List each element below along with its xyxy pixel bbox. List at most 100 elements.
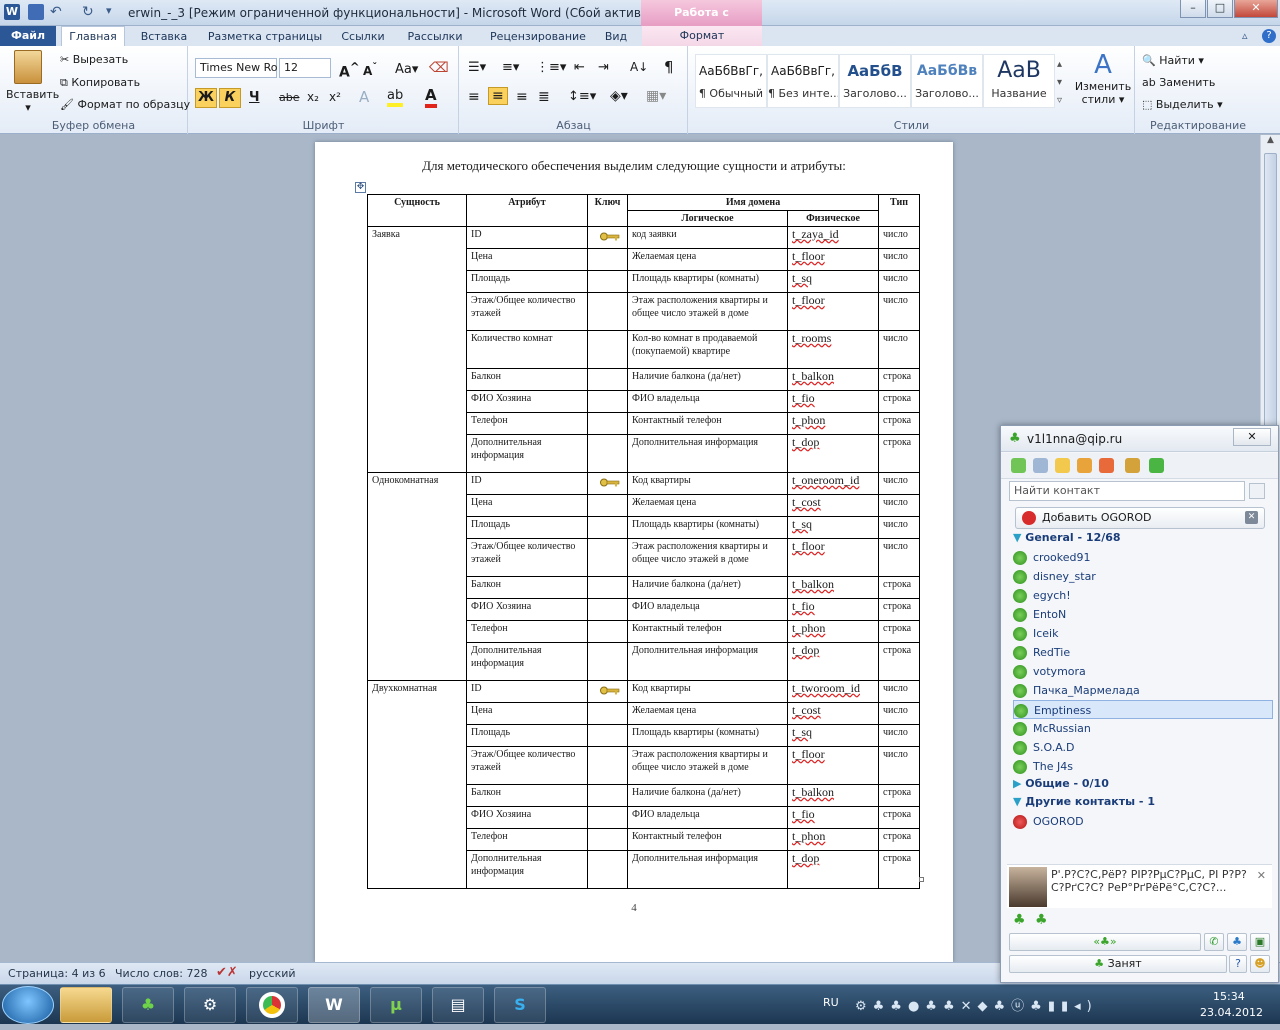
select-button[interactable]: ⬚ Выделить ▾	[1142, 98, 1223, 111]
replace-button[interactable]: ab Заменить	[1142, 76, 1215, 89]
qip-news-close-icon[interactable]: ✕	[1257, 869, 1266, 882]
logical-cell[interactable]: Этаж расположения квартиры и общее число…	[627, 746, 788, 785]
physical-cell[interactable]: t_oneroom_id	[786, 472, 880, 495]
qip-contact-item[interactable]: EntoN	[1013, 605, 1273, 624]
increase-indent-icon[interactable]: ⇥	[598, 60, 609, 75]
qip-contact-item[interactable]: crooked91	[1013, 548, 1273, 567]
physical-cell[interactable]: t_floor	[786, 292, 880, 331]
physical-cell[interactable]: t_zaya_id	[786, 226, 880, 249]
type-cell[interactable]: строка	[878, 576, 921, 599]
attribute-cell[interactable]: Балкон	[466, 784, 588, 807]
attribute-cell[interactable]: ID	[466, 680, 588, 703]
key-cell[interactable]	[587, 746, 628, 785]
type-cell[interactable]: число	[878, 494, 921, 517]
style-title[interactable]: АаВ Название	[983, 54, 1055, 108]
qip-add-contact-button[interactable]: Добавить OGOROD ✕	[1015, 507, 1265, 529]
key-cell[interactable]	[587, 576, 628, 599]
attribute-cell[interactable]: Этаж/Общее количество этажей	[466, 538, 588, 577]
attribute-cell[interactable]: Этаж/Общее количество этажей	[466, 292, 588, 331]
physical-cell[interactable]: t_cost	[786, 494, 880, 517]
font-size-input[interactable]: 12	[279, 58, 331, 78]
type-cell[interactable]: строка	[878, 642, 921, 681]
taskbar-word-icon[interactable]: W	[308, 987, 360, 1023]
physical-cell[interactable]: t_floor	[786, 248, 880, 271]
tab-page-layout[interactable]: Разметка страницы	[203, 28, 327, 46]
numbering-icon[interactable]: ≡▾	[502, 60, 519, 75]
italic-button[interactable]: К	[219, 88, 241, 108]
type-cell[interactable]: строка	[878, 828, 921, 851]
cut-button[interactable]: ✂ Вырезать	[60, 53, 128, 66]
qip-contact-item[interactable]: S.O.A.D	[1013, 738, 1273, 757]
qip-contact-item[interactable]: Iceik	[1013, 624, 1273, 643]
multilevel-list-icon[interactable]: ⋮≡▾	[536, 60, 566, 75]
entity-cell[interactable]: Однокомнатная	[367, 472, 467, 681]
qip-close-icon[interactable]: ✕	[1233, 428, 1271, 446]
logical-cell[interactable]: Желаемая цена	[627, 494, 788, 517]
qip-search-clear-icon[interactable]	[1249, 483, 1265, 499]
attribute-cell[interactable]: Цена	[466, 494, 588, 517]
type-cell[interactable]: строка	[878, 390, 921, 413]
key-cell[interactable]	[587, 724, 628, 747]
key-cell[interactable]	[587, 292, 628, 331]
clear-format-icon[interactable]: ⌫	[429, 60, 449, 76]
bold-button[interactable]: Ж	[195, 88, 217, 108]
copy-button[interactable]: ⧉ Копировать	[60, 76, 140, 90]
physical-cell[interactable]: t_fio	[786, 806, 880, 829]
attribute-cell[interactable]: Балкон	[466, 576, 588, 599]
tab-mailings[interactable]: Рассылки	[400, 28, 470, 46]
qip-extra-icon[interactable]: ♣	[1227, 933, 1247, 951]
redo-icon[interactable]: ↻	[82, 4, 98, 20]
logical-cell[interactable]: Площадь квартиры (комнаты)	[627, 724, 788, 747]
table-resize-handle[interactable]	[919, 877, 924, 882]
style-heading-1[interactable]: АаБбВ Заголово...	[839, 54, 911, 108]
type-cell[interactable]: число	[878, 226, 921, 249]
qip-plugins-icon[interactable]	[1077, 458, 1092, 473]
taskbar-skype-icon[interactable]: S	[494, 987, 546, 1023]
qip-phone-icon[interactable]: ✆	[1204, 933, 1224, 951]
qip-settings-icon[interactable]	[1125, 458, 1140, 473]
attribute-cell[interactable]: ФИО Хозяина	[466, 598, 588, 621]
tab-view[interactable]: Вид	[598, 28, 634, 46]
attribute-cell[interactable]: ФИО Хозяина	[466, 806, 588, 829]
physical-cell[interactable]: t_sq	[786, 724, 880, 747]
attribute-cell[interactable]: ID	[466, 226, 588, 249]
pilcrow-icon[interactable]: ¶	[664, 58, 674, 76]
key-cell[interactable]	[587, 806, 628, 829]
logical-cell[interactable]: Дополнительная информация	[627, 850, 788, 889]
qip-contact-item[interactable]: The J4s	[1013, 757, 1273, 776]
qip-main-menu-button[interactable]: «♣»	[1009, 933, 1201, 951]
ribbon-minimize-icon[interactable]: ▵	[1242, 29, 1248, 42]
tab-insert[interactable]: Вставка	[134, 28, 194, 46]
logical-cell[interactable]: Наличие балкона (да/нет)	[627, 576, 788, 599]
logical-cell[interactable]: Контактный телефон	[627, 412, 788, 435]
key-cell[interactable]	[587, 248, 628, 271]
type-cell[interactable]: число	[878, 516, 921, 539]
type-cell[interactable]: число	[878, 472, 921, 495]
qip-group-header[interactable]: ▼ Другие контакты - 1	[1013, 795, 1155, 808]
type-cell[interactable]: строка	[878, 412, 921, 435]
logical-cell[interactable]: Дополнительная информация	[627, 434, 788, 473]
language-indicator[interactable]: RU	[823, 996, 839, 1009]
help-icon[interactable]: ?	[1262, 29, 1276, 43]
physical-cell[interactable]: t_dop	[786, 642, 880, 681]
qip-contact-item[interactable]: Пачка_Мармелада	[1013, 681, 1273, 700]
qip-sound-icon[interactable]	[1055, 458, 1070, 473]
key-cell[interactable]	[587, 680, 628, 703]
clock-date[interactable]: 23.04.2012	[1200, 1006, 1263, 1019]
change-styles-button[interactable]: A Изменить стили ▾	[1073, 50, 1133, 106]
physical-cell[interactable]: t_balkon	[786, 784, 880, 807]
logical-cell[interactable]: код заявки	[627, 226, 788, 249]
type-cell[interactable]: число	[878, 270, 921, 293]
key-cell[interactable]	[587, 620, 628, 643]
qip-contacts-icon[interactable]	[1011, 458, 1026, 473]
bullets-icon[interactable]: ☰▾	[468, 60, 486, 75]
logical-cell[interactable]: Контактный телефон	[627, 620, 788, 643]
styles-scroll-icon[interactable]: ▴ ▾ ▿	[1057, 56, 1062, 110]
qip-layout-icon[interactable]: ▣	[1250, 933, 1270, 951]
superscript-icon[interactable]: x²	[329, 90, 341, 104]
qip-history-icon[interactable]	[1033, 458, 1048, 473]
attribute-cell[interactable]: Телефон	[466, 620, 588, 643]
table-move-handle-icon[interactable]: ✥	[355, 182, 366, 193]
document-page[interactable]: Для методического обеспечения выделим сл…	[315, 142, 953, 962]
font-color-icon[interactable]: A	[425, 86, 437, 108]
